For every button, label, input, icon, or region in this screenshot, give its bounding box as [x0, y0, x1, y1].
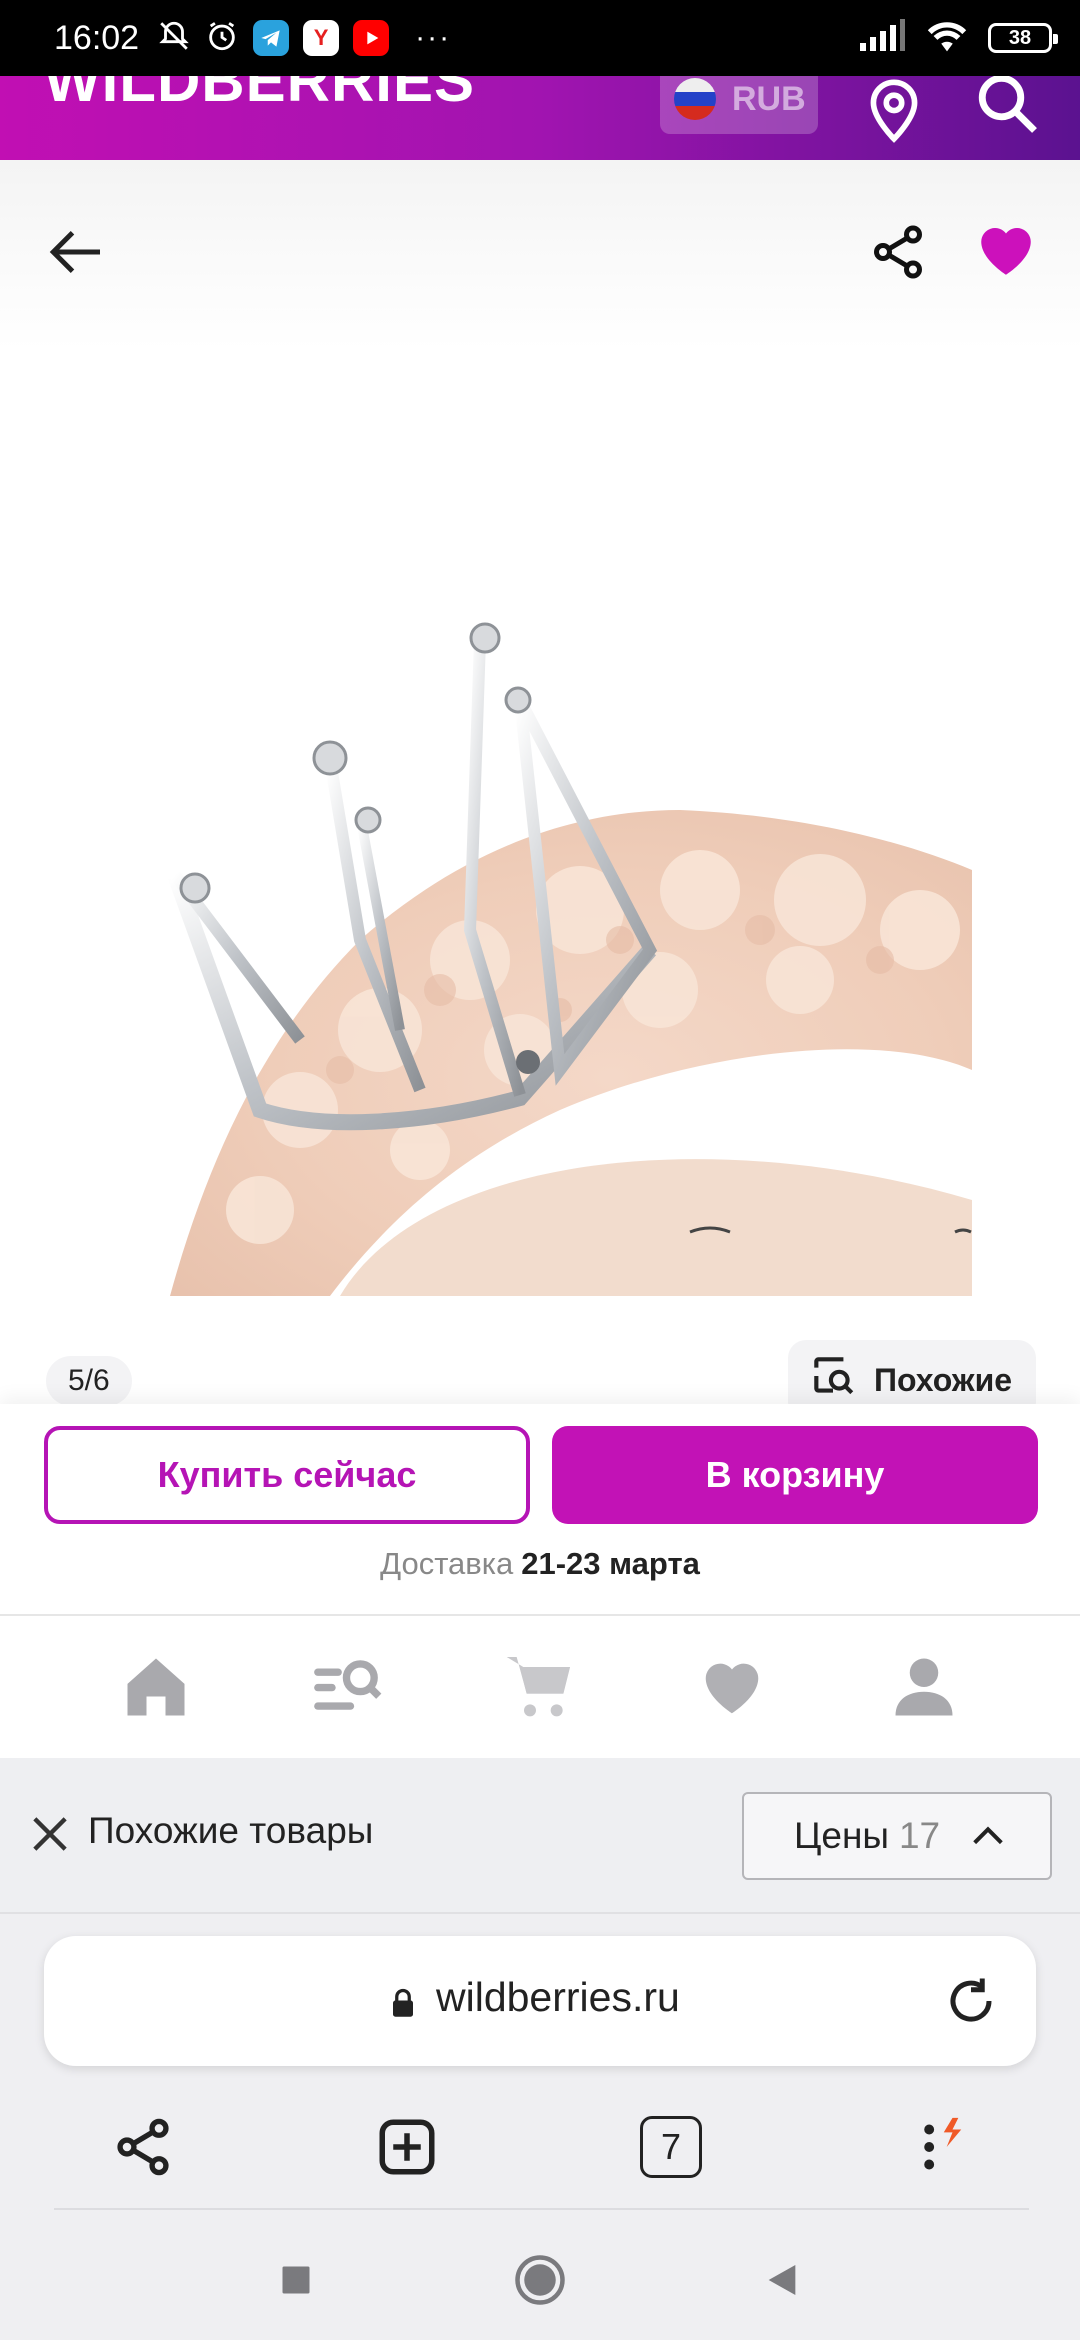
home-icon[interactable]	[101, 1642, 211, 1732]
wifi-icon	[924, 18, 970, 59]
back-triangle-icon[interactable]	[752, 2250, 812, 2310]
cart-icon[interactable]	[485, 1642, 595, 1732]
screen: 16:02 Y ··· 38 WILDBERRIES RUB 5/6 Похож…	[0, 0, 1080, 2340]
alarm-icon	[205, 19, 239, 58]
tabs-count: 7	[640, 2116, 702, 2178]
system-navigation	[0, 2220, 1080, 2340]
russia-flag-icon	[674, 78, 716, 120]
url-text: wildberries.ru	[436, 1974, 680, 2020]
prices-count: 17	[898, 1815, 941, 1856]
lock-icon	[390, 1988, 416, 2023]
delivery-dates: 21-23 марта	[521, 1546, 700, 1581]
mute-alarm-icon	[157, 19, 191, 58]
home-circle-icon[interactable]	[510, 2250, 570, 2310]
image-counter: 5/6	[46, 1356, 132, 1406]
menu-icon[interactable]	[890, 2102, 980, 2192]
prices-label: Цены	[794, 1815, 889, 1856]
favorite-heart-icon[interactable]	[968, 212, 1044, 288]
currency-selector[interactable]: RUB	[660, 76, 818, 134]
prices-dropdown[interactable]: Цены 17	[742, 1792, 1052, 1880]
reload-icon[interactable]	[944, 1974, 998, 2033]
location-pin-icon[interactable]	[862, 76, 926, 149]
similar-label: Похожие	[874, 1361, 1013, 1398]
delivery-label: Доставка	[380, 1546, 514, 1581]
telegram-icon	[253, 20, 290, 56]
product-image[interactable]	[0, 510, 972, 1296]
more-notifications: ···	[415, 21, 452, 54]
battery-indicator: 38	[988, 23, 1058, 53]
favorites-icon[interactable]	[677, 1642, 787, 1732]
status-bar: 16:02 Y ··· 38	[0, 0, 1080, 76]
add-to-cart-button[interactable]: В корзину	[552, 1426, 1038, 1524]
catalog-search-icon[interactable]	[293, 1642, 403, 1732]
youtube-icon	[353, 20, 390, 56]
share-icon[interactable]	[98, 2102, 188, 2192]
tabs-count-button[interactable]: 7	[626, 2102, 716, 2192]
yandex-icon: Y	[303, 20, 340, 56]
share-icon[interactable]	[862, 216, 934, 288]
recents-square-icon[interactable]	[266, 2250, 326, 2310]
search-icon[interactable]	[974, 76, 1040, 141]
buy-now-button[interactable]: Купить сейчас	[44, 1426, 530, 1524]
close-icon[interactable]	[24, 1808, 76, 1860]
status-time: 16:02	[54, 18, 140, 57]
site-header: WILDBERRIES RUB	[0, 76, 1080, 160]
purchase-panel: Купить сейчас В корзину Доставка 21-23 ма…	[0, 1404, 1080, 1614]
address-bar[interactable]: wildberries.ru	[44, 1936, 1036, 2066]
visual-search-icon	[808, 1351, 858, 1409]
similar-products-bar: Похожие товары Цены 17	[0, 1758, 1080, 1914]
brand-logo[interactable]: WILDBERRIES	[44, 76, 475, 115]
bottom-navigation	[0, 1614, 1080, 1758]
back-arrow-icon[interactable]	[40, 214, 116, 290]
new-tab-icon[interactable]	[362, 2102, 452, 2192]
product-gallery: 5/6 Похожие	[0, 160, 1080, 1420]
signal-icon	[858, 18, 906, 58]
profile-icon[interactable]	[869, 1642, 979, 1732]
currency-label: RUB	[732, 79, 806, 118]
delivery-info: Доставка 21-23 марта	[0, 1546, 1080, 1582]
similar-products-title: Похожие товары	[88, 1810, 374, 1851]
browser-toolbar: wildberries.ru 7	[0, 1914, 1080, 2220]
chevron-up-icon	[968, 1816, 1008, 1856]
